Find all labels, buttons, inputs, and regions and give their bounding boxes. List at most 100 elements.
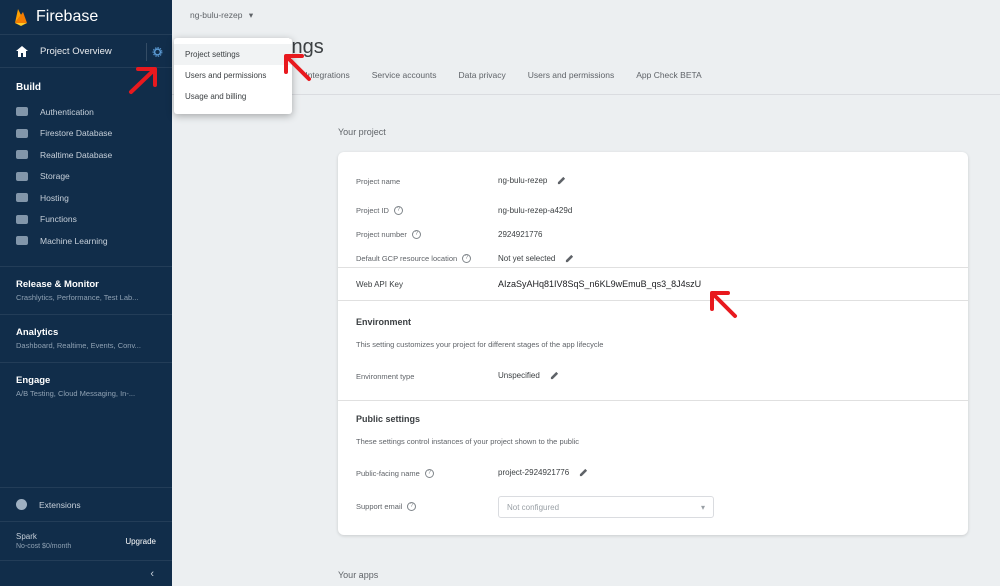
sidebar-group-analytics[interactable]: Analytics Dashboard, Realtime, Events, Co… xyxy=(0,313,172,362)
chevron-left-icon: ‹ xyxy=(150,567,154,580)
plan-name: Spark xyxy=(16,532,37,541)
annotation-arrow-icon xyxy=(129,67,157,94)
environment-type-value: Unspecified xyxy=(498,371,559,380)
group-title: Engage xyxy=(16,374,51,386)
sidebar-item-storage[interactable]: Storage xyxy=(0,166,172,188)
help-icon[interactable]: ? xyxy=(462,254,472,263)
tab-3[interactable]: Data privacy xyxy=(459,70,506,88)
project-id-label: Project ID ? xyxy=(356,206,403,215)
sidebar-item-functions[interactable]: Functions xyxy=(0,209,172,231)
plan-row: Spark No-cost $0/month Upgrade xyxy=(0,521,172,560)
extensions-item[interactable]: Extensions xyxy=(0,487,172,521)
gear-icon[interactable] xyxy=(146,43,164,61)
sidebar-footer: Extensions Spark No-cost $0/month Upgrad… xyxy=(0,487,172,586)
menu-item-usage-billing[interactable]: Usage and billing xyxy=(174,86,292,107)
project-selector-label: ng-bulu-rezep xyxy=(190,10,243,20)
help-icon[interactable]: ? xyxy=(411,230,421,239)
database-icon xyxy=(16,150,28,160)
sidebar-item-label: Functions xyxy=(40,214,77,225)
public-name-label: Public-facing name ? xyxy=(356,469,434,478)
project-name-value: ng-bulu-rezep xyxy=(498,176,566,185)
extensions-icon xyxy=(16,499,27,510)
firestore-icon xyxy=(16,128,28,138)
project-card: Project name ng-bulu-rezep Project ID ? … xyxy=(338,152,968,535)
caret-down-icon: ▾ xyxy=(700,502,705,512)
web-api-key-value[interactable]: AIzaSyAHq81IV8SqS_n6KL9wEmuB_qs3_8J4szU xyxy=(498,279,701,289)
help-icon[interactable]: ? xyxy=(393,206,403,215)
tab-2[interactable]: Service accounts xyxy=(372,70,437,88)
environment-title: Environment xyxy=(356,317,412,327)
sidebar-groups: Release & Monitor Crashlytics, Performanc… xyxy=(0,265,172,410)
sidebar-group-engage[interactable]: Engage A/B Testing, Cloud Messaging, In-.… xyxy=(0,361,172,410)
environment-type-label: Environment type xyxy=(356,372,415,381)
sidebar-item-realtime-database[interactable]: Realtime Database xyxy=(0,144,172,166)
settings-dropdown-menu: Project settings Users and permissions U… xyxy=(174,38,292,114)
menu-item-project-settings[interactable]: Project settings xyxy=(174,44,292,65)
your-project-label: Your project xyxy=(338,127,386,137)
sidebar-item-label: Hosting xyxy=(40,192,69,203)
sidebar-item-authentication[interactable]: Authentication xyxy=(0,101,172,123)
web-api-key-label: Web API Key xyxy=(356,280,403,289)
your-apps-label: Your apps xyxy=(338,570,379,580)
people-icon xyxy=(16,107,28,117)
globe-icon xyxy=(16,193,28,203)
settings-tabs: ingIntegrationsService accountsData priv… xyxy=(272,70,724,88)
support-email-label: Support email ? xyxy=(356,502,417,511)
main-content: ng-bulu-rezep ▾ ttings ingIntegrationsSe… xyxy=(172,0,1000,586)
help-icon[interactable]: ? xyxy=(424,469,434,478)
project-number-label: Project number ? xyxy=(356,230,421,239)
public-settings-description: These settings control instances of your… xyxy=(356,437,580,446)
annotation-arrow-icon xyxy=(284,54,311,81)
edit-pencil-icon[interactable] xyxy=(557,176,566,185)
sidebar-item-label: Authentication xyxy=(40,106,94,117)
extensions-label: Extensions xyxy=(39,499,81,510)
menu-item-users-permissions[interactable]: Users and permissions xyxy=(174,65,292,86)
functions-icon xyxy=(16,214,28,224)
home-icon xyxy=(16,45,28,57)
edit-pencil-icon[interactable] xyxy=(579,468,588,477)
upgrade-button[interactable]: Upgrade xyxy=(125,537,156,546)
annotation-arrow-icon xyxy=(710,291,737,318)
group-title: Analytics xyxy=(16,326,59,338)
project-number-value: 2924921776 xyxy=(498,230,543,239)
build-nav-list: Authentication Firestore Database Realtime… xyxy=(0,101,172,252)
help-icon[interactable]: ? xyxy=(407,502,417,511)
edit-pencil-icon[interactable] xyxy=(565,254,574,263)
project-selector[interactable]: ng-bulu-rezep ▾ xyxy=(190,10,253,21)
group-subtitle: A/B Testing, Cloud Messaging, In-... xyxy=(16,388,136,398)
section-divider xyxy=(338,400,968,401)
sidebar-item-hosting[interactable]: Hosting xyxy=(0,187,172,209)
support-email-select[interactable]: Not configured ▾ xyxy=(498,496,714,518)
sidebar-header: Firebase xyxy=(0,0,172,34)
brand-name: Firebase xyxy=(36,8,99,25)
group-subtitle: Crashlytics, Performance, Test Lab... xyxy=(16,292,139,302)
sidebar-item-firestore-database[interactable]: Firestore Database xyxy=(0,123,172,145)
environment-description: This setting customizes your project for… xyxy=(356,340,604,349)
tab-5[interactable]: App Check BETA xyxy=(636,70,702,88)
group-subtitle: Dashboard, Realtime, Events, Conv... xyxy=(16,340,141,350)
group-title: Release & Monitor xyxy=(16,278,99,290)
folder-icon xyxy=(16,171,28,181)
project-id-value: ng-bulu-rezep-a429d xyxy=(498,206,573,215)
sidebar-item-label: Firestore Database xyxy=(40,128,113,139)
tabs-divider xyxy=(172,94,1000,95)
project-overview-item[interactable]: Project Overview xyxy=(0,34,172,68)
gcp-location-value: Not yet selected xyxy=(498,254,574,263)
firebase-logo-icon xyxy=(15,9,27,26)
project-name-label: Project name xyxy=(356,177,401,186)
sidebar-item-machine-learning[interactable]: Machine Learning xyxy=(0,230,172,252)
gcp-location-label: Default GCP resource location ? xyxy=(356,254,472,263)
collapse-sidebar-button[interactable]: ‹ xyxy=(0,560,172,586)
tab-4[interactable]: Users and permissions xyxy=(528,70,614,88)
web-api-key-row: Web API Key AIzaSyAHq81IV8SqS_n6KL9wEmuB… xyxy=(338,267,968,301)
project-overview-label: Project Overview xyxy=(40,45,112,57)
edit-pencil-icon[interactable] xyxy=(550,371,559,380)
plan-price: No-cost $0/month xyxy=(16,543,72,550)
sidebar-item-label: Machine Learning xyxy=(40,235,108,246)
public-settings-title: Public settings xyxy=(356,414,421,424)
sidebar-group-release-monitor[interactable]: Release & Monitor Crashlytics, Performanc… xyxy=(0,265,172,314)
public-name-value: project-2924921776 xyxy=(498,468,588,477)
sidebar-item-label: Realtime Database xyxy=(40,149,113,160)
sidebar-item-label: Storage xyxy=(40,171,70,182)
caret-down-icon: ▾ xyxy=(248,10,254,20)
